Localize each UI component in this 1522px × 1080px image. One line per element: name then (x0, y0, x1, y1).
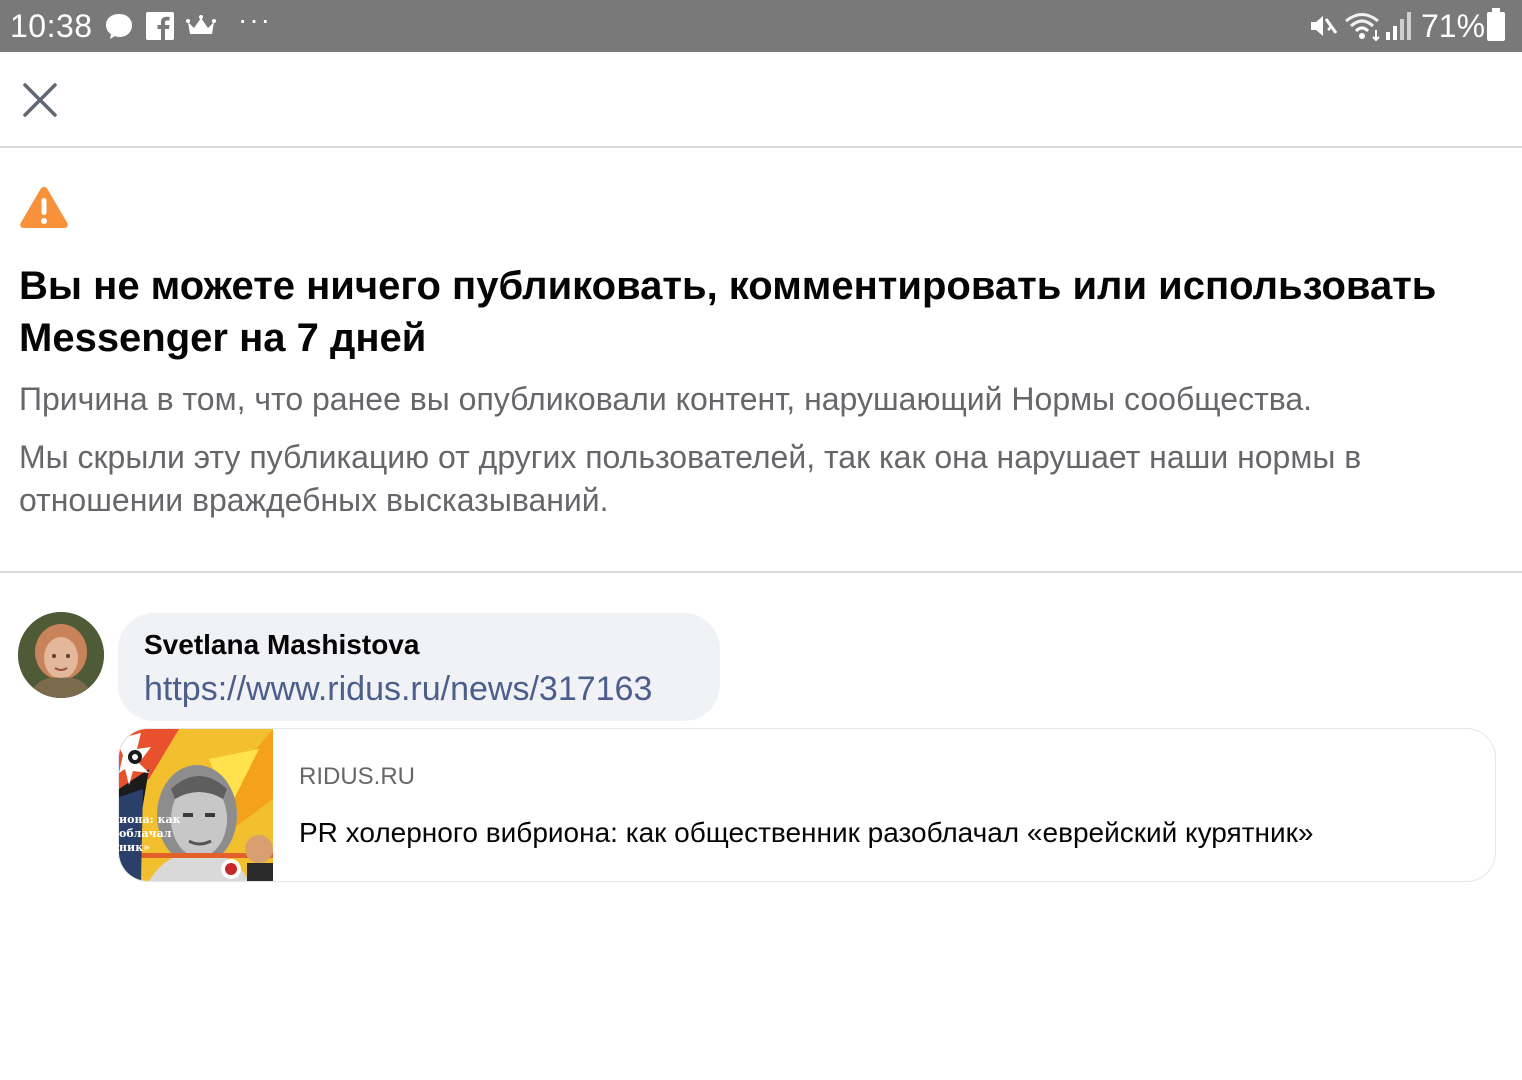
avatar[interactable] (18, 612, 104, 698)
crown-icon (186, 14, 216, 46)
hidden-post-note: Мы скрыли эту публикацию от других польз… (19, 439, 1362, 518)
status-bar: 10:38 ··· 71% (0, 0, 1522, 52)
header-divider (0, 146, 1522, 148)
status-time: 10:38 (10, 8, 93, 44)
comment-bubble: Svetlana Mashistova https://www.ridus.ru… (118, 613, 720, 721)
close-button[interactable] (16, 76, 64, 124)
link-preview-card[interactable]: иона: как облачал ник» RIDUS.RU PR холер… (118, 728, 1496, 882)
author-name[interactable]: Svetlana Mashistova (144, 625, 419, 665)
more-icon: ··· (238, 4, 272, 35)
messenger-icon (104, 10, 134, 42)
post-link[interactable]: https://www.ridus.ru/news/317163 (144, 667, 652, 711)
battery-icon (1486, 8, 1506, 41)
notice-divider (0, 571, 1522, 573)
mute-icon (1308, 10, 1340, 42)
svg-text:облачал: облачал (119, 827, 172, 840)
facebook-icon (146, 12, 174, 44)
link-preview-title: PR холерного вибриона: как общественник … (299, 817, 1314, 848)
wifi-icon (1344, 10, 1384, 42)
avatar-photo (18, 612, 104, 698)
link-preview-thumbnail: иона: как облачал ник» (119, 729, 273, 881)
signal-icon (1384, 10, 1412, 42)
close-icon (23, 83, 57, 117)
svg-text:ник»: ник» (119, 841, 150, 854)
restriction-reason: Причина в том, что ранее вы опубликовали… (19, 381, 1313, 417)
link-preview-domain: RIDUS.RU (299, 763, 416, 790)
restriction-headline: Вы не можете ничего публиковать, коммент… (19, 264, 1437, 360)
svg-text:иона: как: иона: как (119, 813, 181, 826)
warning-icon (18, 184, 70, 230)
battery-percent: 71% (1421, 8, 1486, 44)
